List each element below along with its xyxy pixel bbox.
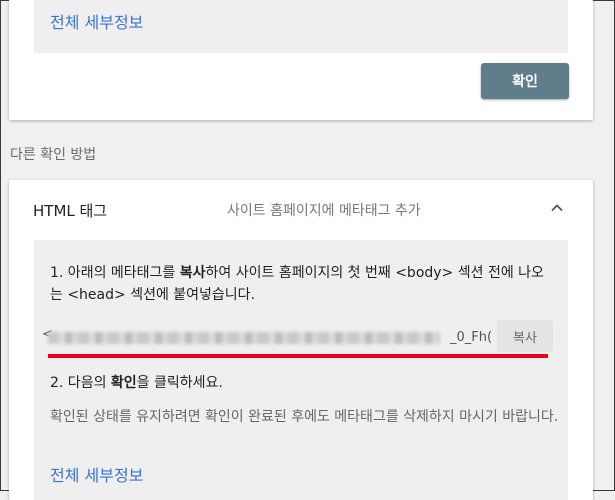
step-1-text: 1. 아래의 메타태그를 복사하여 사이트 홈페이지의 첫 번째 <body> … (50, 265, 544, 303)
meta-tag-code-row: < _0_Fh( 복사 (42, 320, 553, 356)
meta-tag-code[interactable]: < _0_Fh( (42, 327, 492, 349)
full-details-link[interactable]: 전체 세부정보 (50, 9, 143, 33)
other-methods-heading: 다른 확인 방법 (10, 147, 97, 163)
copy-button[interactable]: 복사 (497, 320, 553, 352)
full-details-link-2[interactable]: 전체 세부정보 (50, 462, 143, 486)
verification-card: 전체 세부정보 확인 (9, 0, 593, 120)
chevron-up-icon[interactable] (549, 200, 565, 216)
html-tag-title[interactable]: HTML 태그 (33, 200, 107, 221)
redacted-code-strip (48, 332, 440, 344)
meta-tag-code-end: _0_Fh( (450, 330, 492, 345)
keep-tag-note: 확인된 상태를 유지하려면 확인이 완료된 후에도 메타태그를 삭제하지 마시기… (50, 409, 559, 425)
html-tag-card: HTML 태그 사이트 홈페이지에 메타태그 추가 1. 아래의 메타태그를 복… (9, 180, 593, 500)
details-panel: 전체 세부정보 (34, 0, 568, 53)
html-tag-description: 사이트 홈페이지에 메타태그 추가 (227, 203, 421, 219)
step-2-text: 2. 다음의 확인을 클릭하세요. (50, 375, 223, 391)
instructions-panel: 1. 아래의 메타태그를 복사하여 사이트 홈페이지의 첫 번째 <body> … (34, 240, 568, 500)
confirm-button[interactable]: 확인 (481, 63, 569, 99)
highlight-underline (48, 354, 548, 358)
